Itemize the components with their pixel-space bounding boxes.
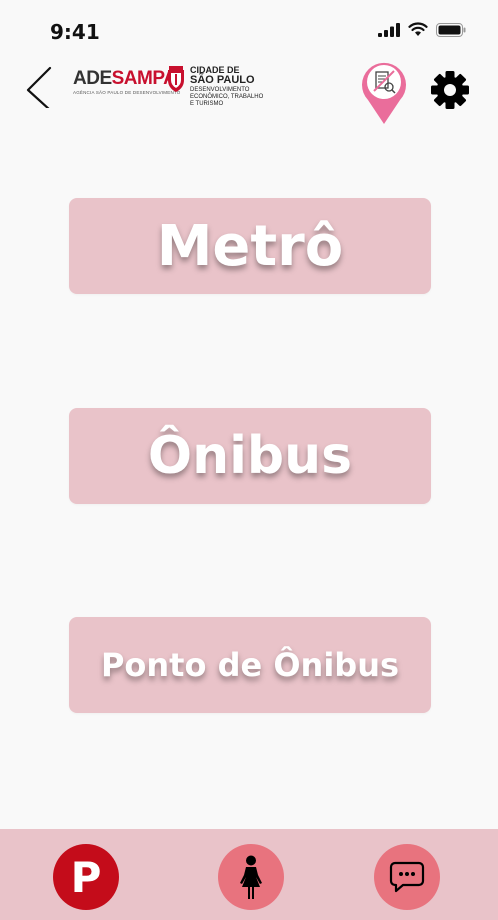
map-pin-report-icon[interactable] (358, 56, 410, 126)
status-time: 9:41 (50, 20, 100, 44)
header: ADESAMPA AGÊNCIA SÃO PAULO DE DESENVOLVI… (0, 56, 498, 126)
settings-gear-icon[interactable] (430, 70, 470, 110)
adesampa-logo: ADESAMPA AGÊNCIA SÃO PAULO DE DESENVOLVI… (73, 68, 181, 96)
wifi-icon (408, 22, 428, 36)
city-coat-of-arms-icon (168, 66, 184, 92)
battery-icon (436, 22, 466, 37)
parking-icon: P (70, 853, 102, 902)
onibus-button[interactable]: Ônibus (69, 408, 431, 504)
woman-button[interactable] (218, 844, 284, 910)
woman-icon (240, 855, 262, 899)
metro-button[interactable]: Metrô (69, 198, 431, 294)
adesampa-wordmark: ADESAMPA (73, 68, 177, 89)
chat-bubble-icon (389, 861, 425, 893)
ponto-de-onibus-button[interactable]: Ponto de Ônibus (69, 617, 431, 713)
adesampa-subtitle: AGÊNCIA SÃO PAULO DE DESENVOLVIMENTO (73, 90, 181, 95)
back-chevron-icon[interactable] (22, 64, 58, 108)
sao-paulo-logo-text: CIDADE DE SÃO PAULO DESENVOLVIMENTO ECON… (190, 65, 264, 108)
sao-paulo-city-logo: CIDADE DE SÃO PAULO DESENVOLVIMENTO ECON… (166, 66, 263, 107)
bottom-nav: P (0, 829, 498, 920)
status-icons (378, 22, 466, 37)
chat-button[interactable] (374, 844, 440, 910)
parking-button[interactable]: P (53, 844, 119, 910)
cellular-signal-icon (378, 22, 400, 37)
status-bar: 9:41 (0, 0, 498, 60)
